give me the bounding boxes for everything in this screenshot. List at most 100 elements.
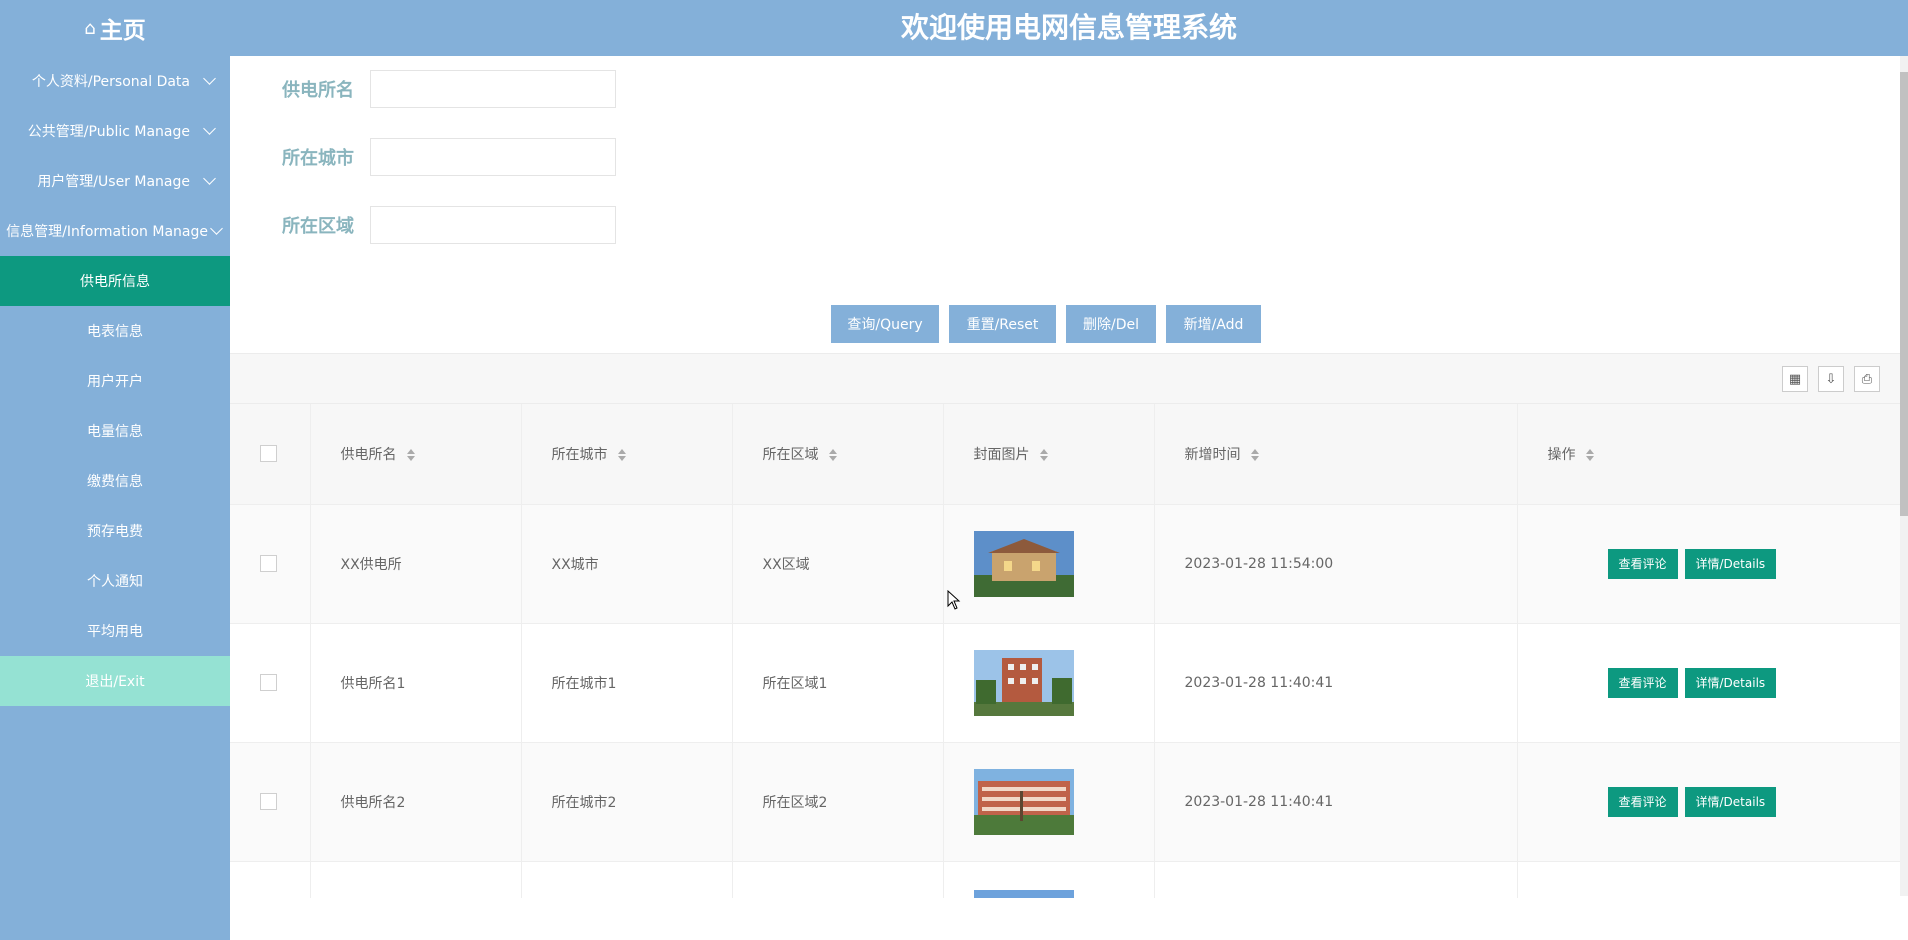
- add-button[interactable]: 新增/Add: [1166, 305, 1261, 343]
- table-toolbar: ▦ ⇩ ⎙: [230, 354, 1902, 404]
- cell-district: 所在区域2: [732, 742, 944, 862]
- cover-image[interactable]: [973, 889, 1074, 899]
- cover-image[interactable]: [973, 649, 1074, 716]
- sidebar-item-label: 缴费信息: [87, 474, 143, 490]
- station-name-input[interactable]: [370, 70, 616, 108]
- sidebar-item-notices[interactable]: 个人通知: [0, 556, 230, 606]
- home-link[interactable]: ⌂ 主页: [0, 0, 230, 56]
- sort-icon[interactable]: [406, 448, 415, 461]
- export-icon[interactable]: ⇩: [1818, 366, 1844, 392]
- cell-time: 2023-01-28 11:40:41: [1154, 742, 1518, 862]
- mouse-cursor-icon: [947, 590, 961, 610]
- row-checkbox[interactable]: [260, 793, 277, 810]
- query-button[interactable]: 查询/Query: [831, 305, 939, 343]
- station-name-row: 供电所名: [282, 70, 616, 108]
- city-row: 所在城市: [282, 138, 616, 176]
- chevron-down-icon: [203, 172, 216, 185]
- sidebar-item-label: 个人资料/Personal Data: [31, 74, 190, 90]
- table-row[interactable]: 供电所名2 所在城市2 所在区域2 2023-01-28 11:40:41 查看…: [230, 742, 1902, 862]
- sidebar-item-personal-data[interactable]: 个人资料/Personal Data: [0, 56, 230, 106]
- sidebar-item-user-manage[interactable]: 用户管理/User Manage: [0, 156, 230, 206]
- columns-icon[interactable]: ▦: [1782, 366, 1808, 392]
- col-header-ops[interactable]: 操作: [1517, 404, 1902, 505]
- cell-city: XX城市: [521, 504, 733, 624]
- details-button[interactable]: 详情/Details: [1684, 667, 1777, 698]
- sidebar-item-account-opening[interactable]: 用户开户: [0, 356, 230, 406]
- cell-name: XX供电所: [310, 504, 522, 624]
- sidebar-item-label: 信息管理/Information Manage: [6, 224, 208, 240]
- sort-icon[interactable]: [617, 448, 626, 461]
- col-header-city[interactable]: 所在城市: [521, 404, 733, 505]
- select-all-checkbox[interactable]: [260, 445, 277, 463]
- table-row[interactable]: [230, 861, 1902, 898]
- cell-city: 所在城市2: [521, 742, 733, 862]
- sidebar-item-avg-usage[interactable]: 平均用电: [0, 606, 230, 656]
- sidebar-item-information-manage[interactable]: 信息管理/Information Manage: [0, 206, 230, 256]
- sidebar-item-meter-info[interactable]: 电表信息: [0, 306, 230, 356]
- data-table-panel: ▦ ⇩ ⎙ 供电所名 所在城市 所在区域 封面图片 新增时间 操作 XX供电所 …: [230, 353, 1902, 898]
- sidebar-item-label: 平均用电: [87, 624, 143, 640]
- sidebar-item-label: 预存电费: [87, 524, 143, 540]
- sidebar: 个人资料/Personal Data 公共管理/Public Manage 用户…: [0, 56, 230, 940]
- sort-icon[interactable]: [1585, 448, 1594, 461]
- city-label: 所在城市: [282, 148, 354, 169]
- sidebar-item-payment-info[interactable]: 缴费信息: [0, 456, 230, 506]
- sidebar-item-label: 用户开户: [87, 374, 143, 390]
- top-header: ⌂ 主页 欢迎使用电网信息管理系统: [0, 0, 1908, 56]
- district-row: 所在区域: [282, 206, 616, 244]
- sidebar-item-station-info[interactable]: 供电所信息: [0, 256, 230, 306]
- table-row[interactable]: 供电所名1 所在城市1 所在区域1 2023-01-28 11:40:41 查看…: [230, 623, 1902, 743]
- view-comments-button[interactable]: 查看评论: [1607, 667, 1678, 698]
- col-header-name[interactable]: 供电所名: [310, 404, 522, 505]
- sidebar-item-prepaid[interactable]: 预存电费: [0, 506, 230, 556]
- view-comments-button[interactable]: 查看评论: [1607, 548, 1678, 579]
- row-checkbox[interactable]: [260, 555, 277, 572]
- cell-district: XX区域: [732, 504, 944, 624]
- row-checkbox[interactable]: [260, 674, 277, 691]
- cell-city: 所在城市1: [521, 623, 733, 743]
- cell-time: 2023-01-28 11:40:41: [1154, 623, 1518, 743]
- station-name-label: 供电所名: [282, 80, 354, 101]
- cell-district: 所在区域1: [732, 623, 944, 743]
- print-icon[interactable]: ⎙: [1854, 366, 1880, 392]
- sidebar-item-label: 电表信息: [87, 324, 143, 340]
- home-label: 主页: [99, 18, 146, 44]
- home-icon: ⌂: [84, 17, 96, 39]
- sidebar-item-power-info[interactable]: 电量信息: [0, 406, 230, 456]
- view-comments-button[interactable]: 查看评论: [1607, 786, 1678, 817]
- cell-name: 供电所名2: [310, 742, 522, 862]
- col-header-time[interactable]: 新增时间: [1154, 404, 1518, 505]
- sidebar-item-label: 公共管理/Public Manage: [27, 124, 190, 140]
- sidebar-item-label: 用户管理/User Manage: [37, 174, 190, 190]
- table-header-row: 供电所名 所在城市 所在区域 封面图片 新增时间 操作: [230, 404, 1902, 505]
- station-table: 供电所名 所在城市 所在区域 封面图片 新增时间 操作 XX供电所 XX城市 X…: [230, 404, 1902, 898]
- details-button[interactable]: 详情/Details: [1684, 786, 1777, 817]
- table-row[interactable]: XX供电所 XX城市 XX区域 2023-01-28 11:54:00 查看评论…: [230, 504, 1902, 624]
- sidebar-item-label: 电量信息: [87, 424, 143, 440]
- main-content: 供电所名 所在城市 所在区域 查询/Query 重置/Reset 删除/Del …: [230, 56, 1908, 940]
- cover-image[interactable]: [973, 530, 1074, 597]
- page-scrollbar[interactable]: [1900, 56, 1908, 896]
- delete-button[interactable]: 删除/Del: [1066, 305, 1156, 343]
- action-buttons: 查询/Query 重置/Reset 删除/Del 新增/Add: [831, 305, 1261, 343]
- chevron-down-icon: [203, 122, 216, 135]
- sidebar-item-exit[interactable]: 退出/Exit: [0, 656, 230, 706]
- col-header-district[interactable]: 所在区域: [732, 404, 944, 505]
- district-label: 所在区域: [282, 216, 354, 237]
- sort-icon[interactable]: [1250, 448, 1259, 461]
- cover-image[interactable]: [973, 768, 1074, 835]
- chevron-down-icon: [203, 72, 216, 85]
- chevron-down-icon: [210, 222, 223, 235]
- sidebar-item-label: 供电所信息: [80, 274, 150, 290]
- city-input[interactable]: [370, 138, 616, 176]
- sort-icon[interactable]: [1039, 448, 1048, 461]
- sort-icon[interactable]: [828, 448, 837, 461]
- site-title: 欢迎使用电网信息管理系统: [900, 11, 1237, 44]
- district-input[interactable]: [370, 206, 616, 244]
- cell-time: 2023-01-28 11:54:00: [1154, 504, 1518, 624]
- sidebar-item-public-manage[interactable]: 公共管理/Public Manage: [0, 106, 230, 156]
- scrollbar-thumb[interactable]: [1900, 72, 1908, 516]
- col-header-cover[interactable]: 封面图片: [943, 404, 1155, 505]
- reset-button[interactable]: 重置/Reset: [949, 305, 1056, 343]
- details-button[interactable]: 详情/Details: [1684, 548, 1777, 579]
